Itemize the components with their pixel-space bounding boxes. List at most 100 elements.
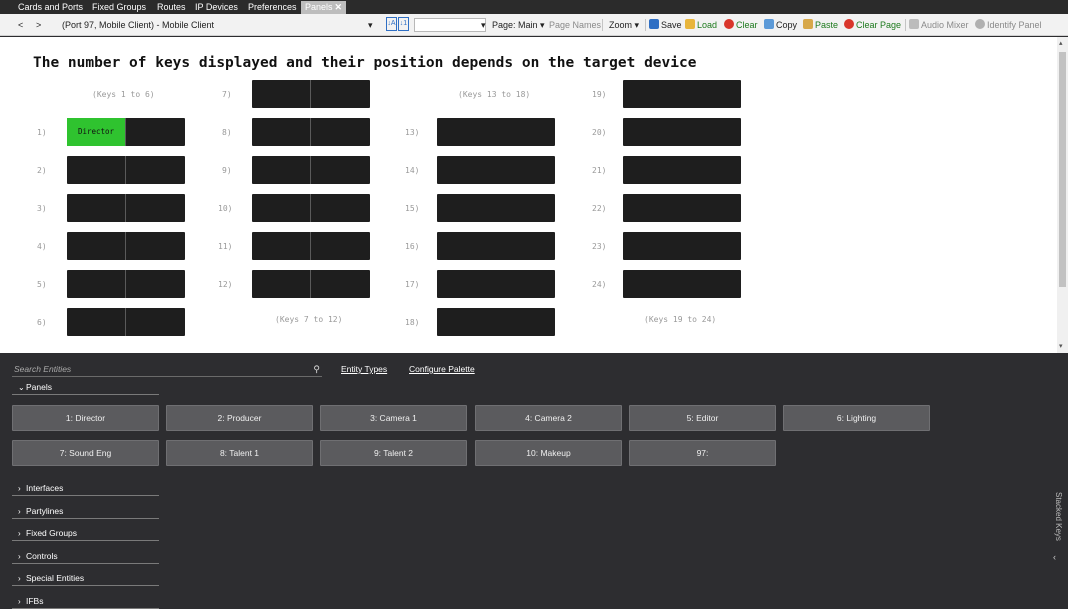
panel-key-4[interactable] (67, 232, 185, 260)
key-number-8: 8) (222, 128, 232, 137)
section-label: Panels (26, 382, 52, 392)
key-divider (125, 194, 126, 222)
panel-key-7[interactable] (252, 80, 370, 108)
panel-button-talent-2[interactable]: 9: Talent 2 (320, 440, 467, 466)
copy-button[interactable]: Copy (764, 19, 797, 32)
section-ifbs[interactable]: › IFBs (12, 595, 159, 609)
search-entities-input[interactable]: Search Entities ⚲ (12, 363, 322, 377)
panel-key-1[interactable]: Director (67, 118, 185, 146)
section-fixed-groups[interactable]: › Fixed Groups (12, 527, 159, 541)
back-button[interactable]: < (18, 19, 23, 32)
save-button[interactable]: Save (649, 19, 682, 32)
scrollbar-thumb[interactable] (1059, 52, 1066, 287)
panel-key-23[interactable] (623, 232, 741, 260)
paste-button[interactable]: Paste (803, 19, 838, 32)
panel-key-15[interactable] (437, 194, 555, 222)
panel-key-11[interactable] (252, 232, 370, 260)
panel-key-3[interactable] (67, 194, 185, 222)
load-label: Load (697, 20, 718, 30)
clear-button[interactable]: Clear (724, 19, 758, 32)
chevron-right-icon: › (18, 597, 21, 606)
scroll-up-icon[interactable]: ▴ (1059, 39, 1063, 47)
identify-panel-label: Identify Panel (987, 20, 1042, 30)
section-special-entities[interactable]: › Special Entities (12, 572, 159, 586)
entity-types-link[interactable]: Entity Types (341, 364, 387, 374)
key-number-4: 4) (37, 242, 47, 251)
group-caption-keys-19-24: (Keys 19 to 24) (644, 315, 717, 324)
sort-az-icon[interactable]: ↓A (386, 17, 397, 31)
panel-button-makeup[interactable]: 10: Makeup (475, 440, 622, 466)
key-number-14: 14) (405, 166, 420, 175)
tab-cards-and-ports[interactable]: Cards and Ports (18, 1, 83, 14)
panel-button-lighting[interactable]: 6: Lighting (783, 405, 930, 431)
scroll-down-icon[interactable]: ▾ (1059, 342, 1063, 350)
section-partylines[interactable]: › Partylines (12, 505, 159, 519)
identify-panel-button[interactable]: Identify Panel (975, 19, 1042, 32)
panel-key-9[interactable] (252, 156, 370, 184)
panel-button-director[interactable]: 1: Director (12, 405, 159, 431)
tab-fixed-groups[interactable]: Fixed Groups (92, 1, 146, 14)
panel-key-16[interactable] (437, 232, 555, 260)
panel-key-17[interactable] (437, 270, 555, 298)
audio-mixer-button[interactable]: Audio Mixer (909, 19, 969, 32)
clear-page-button[interactable]: Clear Page (844, 19, 901, 32)
tab-panels[interactable]: Panels ✕ (301, 1, 347, 14)
panel-key-13[interactable] (437, 118, 555, 146)
sort-numeric-icon[interactable]: ↓1 (398, 17, 409, 31)
panel-key-8[interactable] (252, 118, 370, 146)
section-interfaces[interactable]: › Interfaces (12, 482, 159, 496)
section-panels[interactable]: ⌄Panels (12, 381, 159, 395)
panel-select[interactable] (414, 18, 486, 32)
panel-button-editor[interactable]: 5: Editor (629, 405, 776, 431)
panel-button-camera-2[interactable]: 4: Camera 2 (475, 405, 622, 431)
close-tab-icon[interactable]: ✕ (335, 2, 343, 12)
key-divider (310, 118, 311, 146)
toolbar-divider (645, 19, 646, 31)
search-icon[interactable]: ⚲ (313, 363, 320, 375)
load-button[interactable]: Load (685, 19, 717, 32)
panel-key-2[interactable] (67, 156, 185, 184)
panel-button-sound-eng[interactable]: 7: Sound Eng (12, 440, 159, 466)
key-divider (125, 156, 126, 184)
panel-key-18[interactable] (437, 308, 555, 336)
page-dropdown[interactable]: Page: Main ▾ (492, 19, 545, 32)
key-number-3: 3) (37, 204, 47, 213)
key-divider (310, 194, 311, 222)
panel-button-camera-1[interactable]: 3: Camera 1 (320, 405, 467, 431)
panel-key-20[interactable] (623, 118, 741, 146)
chevron-left-icon[interactable]: ‹ (1053, 552, 1056, 562)
key-divider (310, 232, 311, 260)
forward-button[interactable]: > (36, 19, 41, 32)
stacked-keys-tab[interactable]: Stacked Keys (1049, 492, 1063, 552)
zoom-dropdown[interactable]: Zoom ▾ (609, 19, 639, 32)
panel-key-10[interactable] (252, 194, 370, 222)
panel-key-14[interactable] (437, 156, 555, 184)
panel-key-21[interactable] (623, 156, 741, 184)
tab-ip-devices[interactable]: IP Devices (195, 1, 238, 14)
canvas-scrollbar[interactable]: ▴ ▾ (1057, 37, 1068, 353)
canvas-headline: The number of keys displayed and their p… (33, 55, 697, 71)
panel-key-5[interactable] (67, 270, 185, 298)
panel-key-6[interactable] (67, 308, 185, 336)
panel-key-24[interactable] (623, 270, 741, 298)
panel-button-talent-1[interactable]: 8: Talent 1 (166, 440, 313, 466)
panel-key-12[interactable] (252, 270, 370, 298)
zoom-label: Zoom (609, 20, 633, 30)
select-chevron-down-icon[interactable]: ▾ (481, 19, 486, 32)
sort-dropdown-icon[interactable]: ▾ (368, 19, 373, 32)
key-divider (310, 80, 311, 108)
section-controls[interactable]: › Controls (12, 550, 159, 564)
page-names-button[interactable]: Page Names (549, 19, 601, 32)
panel-key-22[interactable] (623, 194, 741, 222)
panel-button-97[interactable]: 97: (629, 440, 776, 466)
tab-preferences[interactable]: Preferences (248, 1, 297, 14)
key-divider (310, 156, 311, 184)
chevron-right-icon: › (18, 529, 21, 538)
configure-palette-link[interactable]: Configure Palette (409, 364, 475, 374)
clear-icon (724, 19, 734, 29)
panel-key-19[interactable] (623, 80, 741, 108)
section-label: Special Entities (26, 573, 85, 583)
panel-button-producer[interactable]: 2: Producer (166, 405, 313, 431)
group-caption-keys-7-12: (Keys 7 to 12) (275, 315, 343, 324)
tab-routes[interactable]: Routes (157, 1, 186, 14)
